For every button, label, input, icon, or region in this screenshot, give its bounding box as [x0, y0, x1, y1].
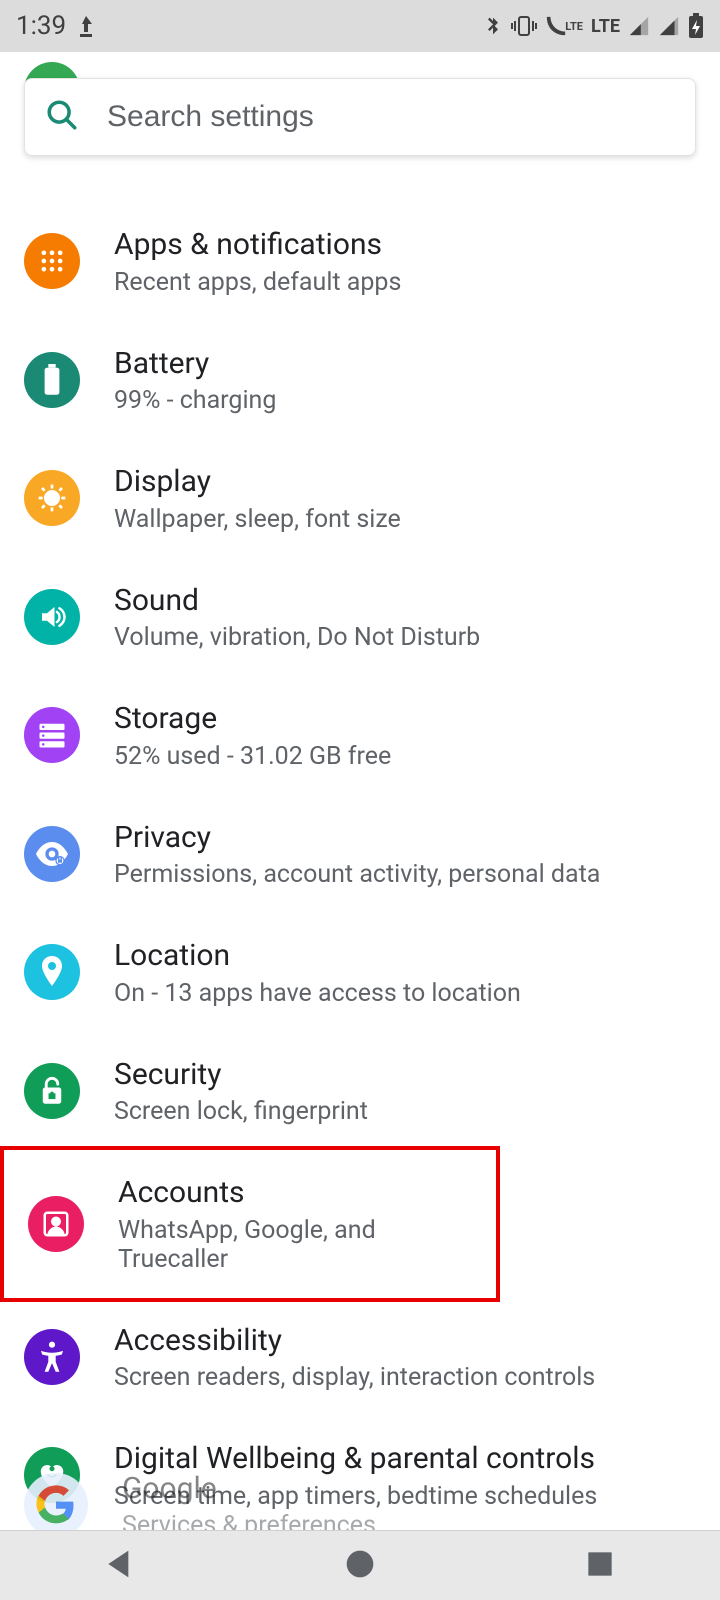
row-subtitle: Wallpaper, sleep, font size: [114, 505, 401, 534]
navigation-bar: [0, 1530, 720, 1600]
row-title: Accessibility: [114, 1322, 595, 1360]
row-title: Battery: [114, 345, 276, 383]
settings-list[interactable]: Apps & notifications Recent apps, default…: [0, 182, 720, 1530]
row-subtitle: Permissions, account activity, personal …: [114, 860, 600, 889]
row-display[interactable]: Display Wallpaper, sleep, font size: [0, 439, 720, 558]
row-subtitle: WhatsApp, Google, and Truecaller: [118, 1216, 472, 1274]
row-title: Sound: [114, 582, 480, 620]
nav-home-icon[interactable]: [340, 1544, 380, 1588]
apps-icon: [24, 233, 80, 289]
row-privacy[interactable]: Privacy Permissions, account activity, pe…: [0, 795, 720, 914]
battery-icon: [24, 352, 80, 408]
row-subtitle: Screen lock, fingerprint: [114, 1097, 368, 1126]
row-title: Location: [114, 937, 521, 975]
row-subtitle: On - 13 apps have access to location: [114, 979, 521, 1008]
bluetooth-icon: [483, 12, 503, 40]
volte-icon: LTE: [545, 15, 583, 37]
accessibility-icon: [24, 1329, 80, 1385]
search-icon: [45, 98, 79, 136]
status-bar: 1:39 LTE LTE: [0, 0, 720, 52]
settings-content: Apps & notifications Recent apps, default…: [0, 52, 720, 1530]
row-accessibility[interactable]: Accessibility Screen readers, display, in…: [0, 1298, 720, 1417]
upload-icon: [76, 14, 96, 38]
row-subtitle: Volume, vibration, Do Not Disturb: [114, 623, 480, 652]
lte-label: LTE: [591, 16, 620, 37]
row-accounts[interactable]: Accounts WhatsApp, Google, and Truecaller: [0, 1146, 500, 1302]
row-subtitle: Screen readers, display, interaction con…: [114, 1363, 595, 1392]
row-subtitle: Recent apps, default apps: [114, 268, 401, 297]
vibrate-icon: [511, 15, 537, 37]
row-title: Google: [122, 1470, 376, 1508]
row-subtitle: Services & preferences: [122, 1511, 376, 1530]
location-icon: [24, 944, 80, 1000]
battery-charging-icon: [688, 13, 704, 39]
row-title: Apps & notifications: [114, 226, 401, 264]
row-subtitle: 52% used - 31.02 GB free: [114, 742, 391, 771]
row-security[interactable]: Security Screen lock, fingerprint: [0, 1032, 720, 1151]
row-sound[interactable]: Sound Volume, vibration, Do Not Disturb: [0, 558, 720, 677]
nav-back-icon[interactable]: [100, 1544, 140, 1588]
row-title: Storage: [114, 700, 391, 738]
status-time: 1:39: [16, 11, 66, 41]
security-icon: [24, 1063, 80, 1119]
display-icon: [24, 470, 80, 526]
row-title: Security: [114, 1056, 368, 1094]
google-icon: [24, 1473, 88, 1530]
privacy-icon: [24, 826, 80, 882]
accounts-icon: [28, 1196, 84, 1252]
signal-icon-2: [658, 15, 680, 37]
row-battery[interactable]: Battery 99% - charging: [0, 321, 720, 440]
row-location[interactable]: Location On - 13 apps have access to loca…: [0, 913, 720, 1032]
sound-icon: [24, 589, 80, 645]
storage-icon: [24, 707, 80, 763]
signal-icon: [628, 15, 650, 37]
row-title: Accounts: [118, 1174, 472, 1212]
row-subtitle: 99% - charging: [114, 386, 276, 415]
search-settings[interactable]: [24, 78, 696, 156]
search-input[interactable]: [107, 100, 675, 134]
row-title: Display: [114, 463, 401, 501]
row-apps[interactable]: Apps & notifications Recent apps, default…: [0, 202, 720, 321]
row-title: Privacy: [114, 819, 600, 857]
nav-recent-icon[interactable]: [580, 1544, 620, 1588]
row-google[interactable]: Google Services & preferences: [0, 1446, 720, 1531]
row-storage[interactable]: Storage 52% used - 31.02 GB free: [0, 676, 720, 795]
